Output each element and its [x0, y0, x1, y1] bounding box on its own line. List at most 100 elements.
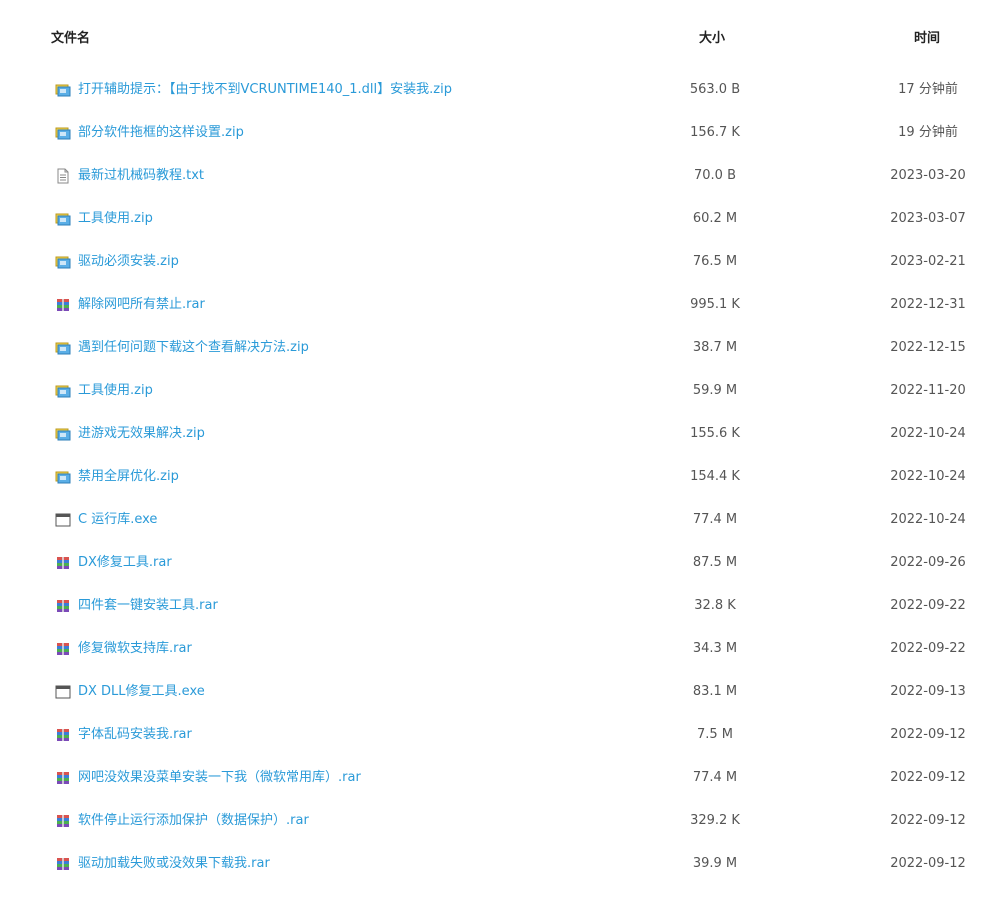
file-time: 2022-10-24: [890, 512, 966, 527]
file-name-link[interactable]: 四件套一键安装工具.rar: [78, 598, 218, 614]
file-time: 2022-09-12: [890, 727, 966, 742]
file-row[interactable]: 驱动加载失败或没效果下载我.rar 39.9 M 2022-09-12: [0, 856, 986, 903]
file-row[interactable]: 遇到任何问题下载这个查看解决方法.zip 38.7 M 2022-12-15: [0, 340, 986, 387]
file-size: 77.4 M: [692, 512, 738, 527]
exe-icon: [55, 512, 71, 528]
file-rows: 打开辅助提示：【由于找不到VCRUNTIME140_1.dll】安装我.zip 5…: [0, 82, 986, 903]
file-row[interactable]: 字体乱码安装我.rar 7.5 M 2022-09-12: [0, 727, 986, 774]
rar-icon: [55, 641, 71, 657]
file-name-link[interactable]: 软件停止运行添加保护（数据保护）.rar: [78, 813, 309, 829]
file-time: 2022-09-13: [890, 684, 966, 699]
file-name-link[interactable]: 打开辅助提示：【由于找不到VCRUNTIME140_1.dll】安装我.zip: [78, 82, 452, 98]
file-row[interactable]: C 运行库.exe 77.4 M 2022-10-24: [0, 512, 986, 559]
file-row[interactable]: 进游戏无效果解决.zip 155.6 K 2022-10-24: [0, 426, 986, 473]
file-row[interactable]: 工具使用.zip 60.2 M 2023-03-07: [0, 211, 986, 258]
rar-icon: [55, 856, 71, 872]
file-time: 2022-11-20: [890, 383, 966, 398]
file-row[interactable]: 网吧没效果没菜单安装一下我（微软常用库）.rar 77.4 M 2022-09-12: [0, 770, 986, 817]
file-size: 156.7 K: [690, 125, 740, 140]
rar-icon: [55, 297, 71, 313]
file-row[interactable]: 禁用全屏优化.zip 154.4 K 2022-10-24: [0, 469, 986, 516]
file-time: 2023-02-21: [890, 254, 966, 269]
file-size: 34.3 M: [692, 641, 738, 656]
file-row[interactable]: 驱动必须安装.zip 76.5 M 2023-02-21: [0, 254, 986, 301]
file-size: 32.8 K: [694, 598, 736, 613]
zip-icon: [55, 125, 71, 141]
exe-icon: [55, 684, 71, 700]
file-time: 2022-09-12: [890, 813, 966, 828]
file-name-link[interactable]: 驱动加载失败或没效果下载我.rar: [78, 856, 270, 872]
file-size: 154.4 K: [690, 469, 740, 484]
file-name-link[interactable]: 驱动必须安装.zip: [78, 254, 179, 270]
file-name-link[interactable]: 进游戏无效果解决.zip: [78, 426, 205, 442]
file-row[interactable]: 打开辅助提示：【由于找不到VCRUNTIME140_1.dll】安装我.zip 5…: [0, 82, 986, 129]
file-time: 2022-09-12: [890, 856, 966, 871]
file-time: 2023-03-20: [890, 168, 966, 183]
file-row[interactable]: 部分软件拖框的这样设置.zip 156.7 K 19 分钟前: [0, 125, 986, 172]
file-time: 2022-12-31: [890, 297, 966, 312]
rar-icon: [55, 555, 71, 571]
file-name-link[interactable]: 字体乱码安装我.rar: [78, 727, 192, 743]
file-time: 2023-03-07: [890, 211, 966, 226]
file-name-link[interactable]: DX DLL修复工具.exe: [78, 684, 205, 700]
file-time: 2022-09-22: [890, 598, 966, 613]
file-size: 77.4 M: [692, 770, 738, 785]
file-name-link[interactable]: 修复微软支持库.rar: [78, 641, 192, 657]
file-row[interactable]: 解除网吧所有禁止.rar 995.1 K 2022-12-31: [0, 297, 986, 344]
file-time: 17 分钟前: [898, 82, 958, 97]
zip-icon: [55, 340, 71, 356]
rar-icon: [55, 598, 71, 614]
rar-icon: [55, 727, 71, 743]
file-row[interactable]: DX DLL修复工具.exe 83.1 M 2022-09-13: [0, 684, 986, 731]
file-list-table: 文件名 大小 时间 打开辅助提示：【由于找不到VCRUNTIME140_1.dl…: [0, 0, 986, 871]
column-header-time[interactable]: 时间: [897, 31, 957, 47]
file-row[interactable]: 最新过机械码教程.txt 70.0 B 2023-03-20: [0, 168, 986, 215]
file-size: 59.9 M: [692, 383, 738, 398]
file-row[interactable]: 软件停止运行添加保护（数据保护）.rar 329.2 K 2022-09-12: [0, 813, 986, 860]
file-time: 2022-09-22: [890, 641, 966, 656]
zip-icon: [55, 211, 71, 227]
column-header-name[interactable]: 文件名: [51, 31, 90, 47]
file-name-link[interactable]: 遇到任何问题下载这个查看解决方法.zip: [78, 340, 309, 356]
file-name-link[interactable]: 最新过机械码教程.txt: [78, 168, 204, 184]
file-size: 563.0 B: [689, 82, 741, 97]
file-size: 38.7 M: [692, 340, 738, 355]
file-time: 2022-09-26: [890, 555, 966, 570]
file-name-link[interactable]: 禁用全屏优化.zip: [78, 469, 179, 485]
file-time: 2022-12-15: [890, 340, 966, 355]
file-time: 2022-10-24: [890, 469, 966, 484]
file-size: 60.2 M: [692, 211, 738, 226]
file-row[interactable]: 四件套一键安装工具.rar 32.8 K 2022-09-22: [0, 598, 986, 645]
file-name-link[interactable]: 工具使用.zip: [78, 383, 153, 399]
file-name-link[interactable]: C 运行库.exe: [78, 512, 157, 528]
txt-icon: [55, 168, 71, 184]
file-size: 39.9 M: [692, 856, 738, 871]
file-name-link[interactable]: 部分软件拖框的这样设置.zip: [78, 125, 244, 141]
table-header: 文件名 大小 时间: [0, 0, 986, 78]
zip-icon: [55, 383, 71, 399]
zip-icon: [55, 426, 71, 442]
column-header-size[interactable]: 大小: [686, 31, 738, 47]
rar-icon: [55, 813, 71, 829]
zip-icon: [55, 82, 71, 98]
file-size: 87.5 M: [692, 555, 738, 570]
file-size: 155.6 K: [690, 426, 740, 441]
file-name-link[interactable]: 解除网吧所有禁止.rar: [78, 297, 205, 313]
file-size: 995.1 K: [690, 297, 740, 312]
file-size: 329.2 K: [690, 813, 740, 828]
file-time: 2022-10-24: [890, 426, 966, 441]
file-size: 76.5 M: [692, 254, 738, 269]
file-size: 83.1 M: [692, 684, 738, 699]
file-size: 70.0 B: [694, 168, 736, 183]
file-name-link[interactable]: 工具使用.zip: [78, 211, 153, 227]
file-time: 19 分钟前: [898, 125, 958, 140]
file-name-link[interactable]: 网吧没效果没菜单安装一下我（微软常用库）.rar: [78, 770, 361, 786]
file-row[interactable]: 工具使用.zip 59.9 M 2022-11-20: [0, 383, 986, 430]
file-row[interactable]: 修复微软支持库.rar 34.3 M 2022-09-22: [0, 641, 986, 688]
zip-icon: [55, 254, 71, 270]
file-time: 2022-09-12: [890, 770, 966, 785]
file-name-link[interactable]: DX修复工具.rar: [78, 555, 172, 571]
file-size: 7.5 M: [696, 727, 734, 742]
file-row[interactable]: DX修复工具.rar 87.5 M 2022-09-26: [0, 555, 986, 602]
zip-icon: [55, 469, 71, 485]
